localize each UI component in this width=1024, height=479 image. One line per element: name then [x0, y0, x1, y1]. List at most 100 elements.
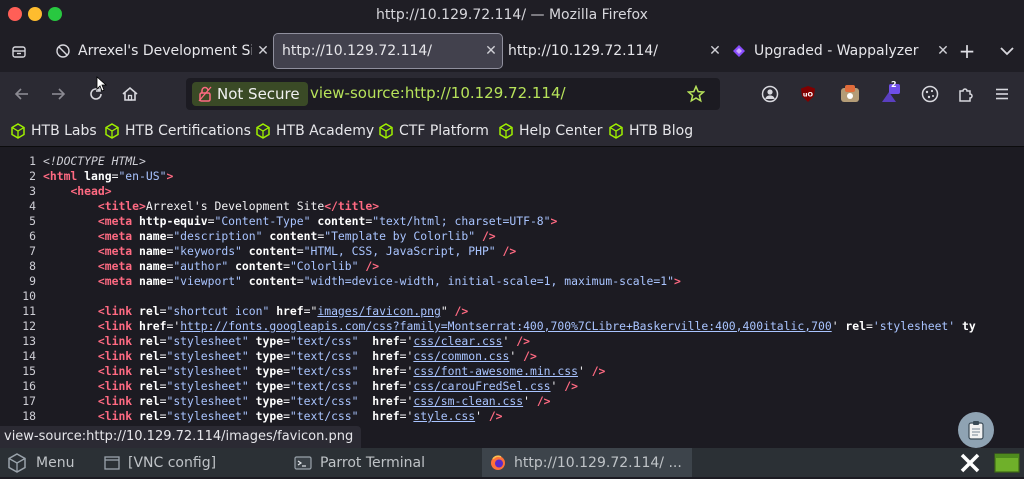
link-status-bar: view-source:http://10.129.72.114/images/…: [0, 426, 362, 448]
bookmark-htb-labs[interactable]: HTB Labs: [10, 120, 97, 142]
arrow-right-icon: [52, 88, 66, 100]
taskbar-item-terminal[interactable]: Parrot Terminal: [294, 448, 425, 477]
source-line: 9 <meta name="viewport" content="width=d…: [29, 274, 681, 288]
tab-label: Arrexel's Development Si: [78, 43, 252, 59]
tab-bar: Arrexel's Development Si ✕ http://10.129…: [0, 30, 1024, 72]
cookie-extension-button[interactable]: [918, 82, 942, 106]
bookmark-label: Help Center: [519, 123, 603, 139]
home-button[interactable]: [118, 82, 142, 106]
source-line: 11 <link rel="shortcut icon" href="image…: [22, 304, 469, 318]
source-line: 7 <meta name="keywords" content="HTML, C…: [29, 244, 517, 258]
not-secure-label: Not Secure: [217, 85, 300, 103]
css-link[interactable]: css/sm-clean.css: [413, 394, 523, 408]
tab-label: Upgraded - Wappalyzer: [754, 43, 919, 59]
extension-badge-count: 2: [891, 80, 897, 89]
source-line: 3 <head>: [29, 184, 112, 198]
google-fonts-link[interactable]: http://fonts.googleapis.com/css?family=M…: [180, 319, 832, 333]
bookmark-page-button[interactable]: [684, 82, 708, 106]
close-tab-icon[interactable]: ✕: [480, 43, 502, 59]
puzzle-badge-icon: [882, 84, 900, 102]
taskbar-item-firefox[interactable]: http://10.129.72.114/ ...: [482, 448, 692, 477]
window-icon: [104, 455, 120, 470]
taskbar-item-vnc-config[interactable]: [VNC config]: [104, 448, 216, 477]
site-security-button[interactable]: Not Secure: [192, 82, 308, 106]
tab-wappalyzer[interactable]: Upgraded - Wappalyzer ✕: [724, 34, 954, 68]
extension-button[interactable]: [838, 82, 862, 106]
plus-icon: +: [958, 39, 976, 63]
app-menu-button[interactable]: [990, 82, 1014, 106]
css-link[interactable]: css/common.css: [413, 349, 509, 363]
back-button[interactable]: [10, 82, 34, 106]
source-line: 2 <html lang="en-US">: [29, 169, 174, 183]
source-line: 6 <meta name="description" content="Temp…: [29, 229, 496, 243]
close-tab-icon[interactable]: ✕: [704, 43, 726, 59]
url-text[interactable]: view-source:http://10.129.72.114/: [310, 84, 566, 102]
show-desktop-button[interactable]: [994, 452, 1020, 474]
tab-view-source-active[interactable]: http://10.129.72.114/ ✕: [273, 33, 503, 69]
blocked-icon: [56, 44, 70, 58]
window-titlebar: http://10.129.72.114/ — Mozilla Firefox: [0, 0, 1024, 30]
source-line: 5 <meta http-equiv="Content-Type" conten…: [29, 214, 558, 228]
clipboard-icon: [968, 421, 984, 440]
css-link[interactable]: style.css: [413, 409, 475, 423]
menu-label: Menu: [36, 454, 75, 471]
unlocked-padlock-icon: [198, 86, 212, 102]
css-link[interactable]: css/clear.css: [413, 334, 502, 348]
source-line: 1 <!DOCTYPE HTML>: [29, 154, 146, 168]
tab-label: http://10.129.72.114/: [508, 43, 659, 59]
htb-cube-icon: [11, 123, 25, 139]
htb-cube-icon: [499, 123, 513, 139]
foxyproxy-button[interactable]: 2: [878, 80, 902, 106]
forward-button[interactable]: [46, 82, 70, 106]
bookmarks-toolbar: HTB Labs HTB Certifications HTB Academy …: [0, 116, 1024, 147]
ublock-origin-button[interactable]: uO: [796, 82, 820, 106]
source-line: 8 <meta name="author" content="Colorlib"…: [29, 259, 380, 273]
url-bar[interactable]: Not Secure view-source:http://10.129.72.…: [186, 78, 720, 110]
bookmark-htb-academy[interactable]: HTB Academy: [255, 120, 374, 142]
tab-ip-page[interactable]: http://10.129.72.114/ ✕: [500, 34, 726, 68]
css-link[interactable]: css/carouFredSel.css: [413, 379, 550, 393]
clipboard-button[interactable]: [958, 412, 994, 448]
wappalyzer-icon: [733, 45, 745, 57]
htb-cube-icon: [256, 123, 270, 139]
bookmark-htb-blog[interactable]: HTB Blog: [608, 120, 693, 142]
htb-cube-icon: [105, 123, 119, 139]
bookmark-label: HTB Blog: [629, 123, 694, 139]
bookmark-help-center[interactable]: Help Center: [498, 120, 603, 142]
close-session-button[interactable]: [958, 451, 982, 475]
bookmark-label: HTB Labs: [31, 123, 97, 139]
home-icon: [122, 86, 138, 101]
tab-arrexel[interactable]: Arrexel's Development Si ✕: [48, 34, 274, 68]
list-all-tabs-button[interactable]: [996, 40, 1018, 62]
account-icon: [761, 85, 779, 103]
desktop-taskbar: Menu [VNC config] Parrot Terminal http:/…: [0, 448, 1024, 477]
css-link[interactable]: css/font-awesome.min.css: [413, 364, 578, 378]
svg-text:uO: uO: [803, 91, 814, 99]
mouse-cursor-icon: [96, 76, 108, 96]
close-tab-icon[interactable]: ✕: [252, 43, 274, 59]
menu-button[interactable]: Menu: [6, 448, 74, 477]
ublock-origin-icon: uO: [801, 86, 815, 102]
source-line: 10: [22, 289, 36, 303]
source-line: 17 <link rel="stylesheet" type="text/css…: [22, 394, 551, 408]
favicon-link[interactable]: images/favicon.png: [317, 304, 440, 318]
close-tab-icon[interactable]: ✕: [932, 43, 954, 59]
tab-overview-button[interactable]: [6, 39, 32, 65]
source-line: 15 <link rel="stylesheet" type="text/css…: [22, 364, 606, 378]
new-tab-button[interactable]: +: [956, 40, 978, 62]
source-line: 14 <link rel="stylesheet" type="text/css…: [22, 349, 537, 363]
source-line: 16 <link rel="stylesheet" type="text/css…: [22, 379, 578, 393]
bookmark-ctf-platform[interactable]: CTF Platform: [378, 120, 489, 142]
source-line: 12 <link href='http://fonts.googleapis.c…: [22, 319, 976, 333]
bookmark-htb-certifications[interactable]: HTB Certifications: [104, 120, 251, 142]
bookmark-label: CTF Platform: [399, 123, 489, 139]
hamburger-menu-icon: [996, 88, 1008, 100]
taskbar-item-label: Parrot Terminal: [320, 454, 426, 471]
taskbar-item-label: [VNC config]: [128, 454, 217, 471]
bookmark-label: HTB Certifications: [125, 123, 251, 139]
account-button[interactable]: [758, 82, 782, 106]
view-source-content: 1 <!DOCTYPE HTML> 2 <html lang="en-US"> 3 …: [0, 147, 1024, 425]
extensions-button[interactable]: [954, 82, 978, 106]
source-line: 13 <link rel="stylesheet" type="text/css…: [22, 334, 530, 348]
source-line: 4 <title>Arrexel's Development Site</tit…: [29, 199, 380, 213]
